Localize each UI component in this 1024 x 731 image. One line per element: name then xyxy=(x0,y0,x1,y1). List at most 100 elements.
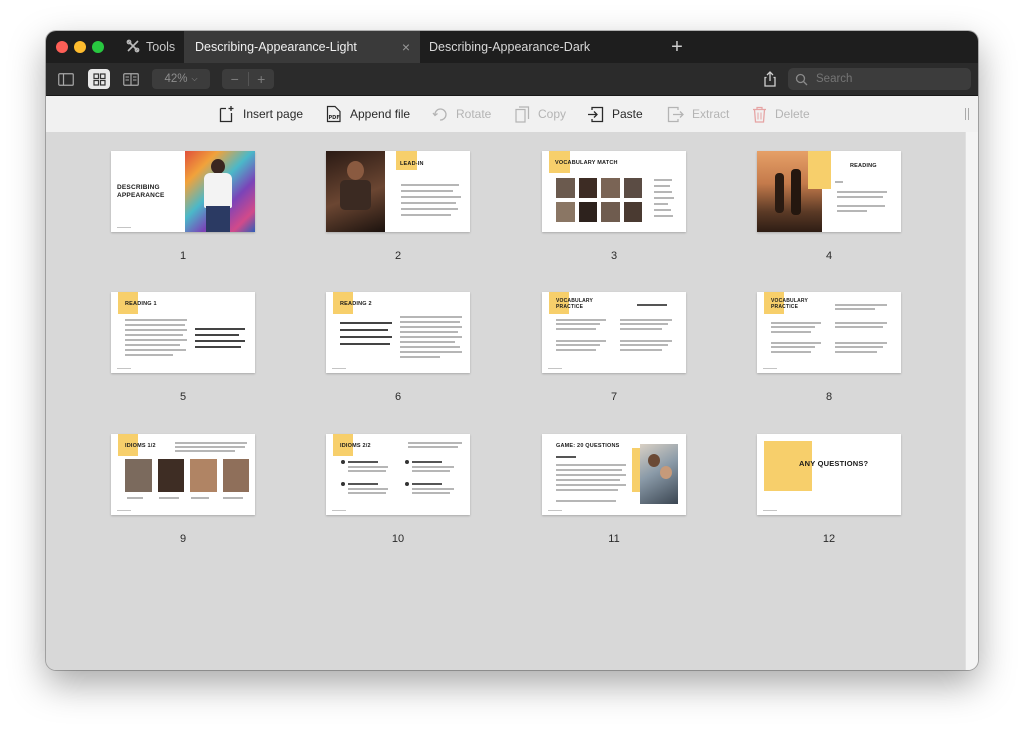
slide-photo xyxy=(185,151,255,232)
text-line xyxy=(556,474,626,476)
bullet xyxy=(341,482,345,486)
text-line xyxy=(556,340,606,342)
zoom-select[interactable]: 42% ⌵ xyxy=(152,69,210,89)
search-field[interactable] xyxy=(788,68,971,90)
bullet xyxy=(341,460,345,464)
slide-footer xyxy=(548,509,562,511)
text-line xyxy=(556,319,606,321)
text-line xyxy=(556,323,600,325)
slide-footer xyxy=(332,509,346,511)
append-file-button[interactable]: PDF Append file xyxy=(326,96,410,132)
text-line xyxy=(159,497,179,499)
zoom-out-button[interactable]: − xyxy=(222,71,248,87)
page-7-preview: VOCABULARY PRACTICE xyxy=(542,292,686,373)
rotate-button[interactable]: Rotate xyxy=(432,96,491,132)
copy-label: Copy xyxy=(538,107,567,121)
text-line xyxy=(400,341,455,343)
text-line xyxy=(835,304,887,306)
text-line xyxy=(400,331,458,333)
share-button[interactable] xyxy=(760,69,780,89)
text-line xyxy=(412,483,442,485)
text-line xyxy=(400,326,462,328)
page-number: 8 xyxy=(825,391,833,403)
text-line xyxy=(127,497,143,499)
text-line xyxy=(401,196,461,198)
tab-describing-appearance-light[interactable]: Describing-Appearance-Light × xyxy=(184,31,420,63)
text-line xyxy=(348,461,378,463)
page-number: 1 xyxy=(179,250,187,262)
close-window-button[interactable] xyxy=(56,41,68,53)
bullet xyxy=(405,460,409,464)
append-file-label: Append file xyxy=(350,107,411,121)
page-number: 6 xyxy=(394,391,402,403)
title-bar: Tools Describing-Appearance-Light × Desc… xyxy=(46,31,978,63)
text-line xyxy=(556,500,616,502)
text-line xyxy=(125,334,183,336)
search-input[interactable] xyxy=(814,72,958,86)
insert-page-button[interactable]: Insert page xyxy=(219,96,303,132)
slide-photo xyxy=(326,151,385,232)
page-view-button[interactable] xyxy=(120,69,142,89)
page-8-preview: VOCABULARY PRACTICE xyxy=(757,292,901,373)
text-line xyxy=(620,349,662,351)
extract-button[interactable]: Extract xyxy=(667,96,729,132)
delete-label: Delete xyxy=(775,107,810,121)
slide-footer xyxy=(117,509,131,511)
chevron-down-icon: ⌵ xyxy=(191,74,198,83)
trash-icon xyxy=(753,106,766,123)
slide-title: IDIOMS 1/2 xyxy=(125,443,156,449)
slide-footer xyxy=(763,367,777,369)
text-line xyxy=(620,323,668,325)
text-line xyxy=(654,191,672,193)
page-9-preview: IDIOMS 1/2 xyxy=(111,434,255,515)
grid-view-button[interactable] xyxy=(88,69,110,89)
text-line xyxy=(771,322,821,324)
text-line xyxy=(835,308,875,310)
slide-title: ANY QUESTIONS? xyxy=(799,459,869,468)
close-tab-icon[interactable]: × xyxy=(402,40,410,54)
text-line xyxy=(771,342,821,344)
text-line xyxy=(348,492,386,494)
sidebar-icon xyxy=(58,72,74,86)
text-line xyxy=(835,181,843,183)
page-number: 10 xyxy=(391,533,405,545)
page-11-preview: GAME: 20 QUESTIONS xyxy=(542,434,686,515)
text-line xyxy=(835,326,883,328)
share-icon xyxy=(764,71,776,87)
resize-grip-icon[interactable] xyxy=(965,108,969,120)
slide-title: READING 2 xyxy=(340,301,372,307)
text-line xyxy=(400,321,460,323)
text-line xyxy=(195,328,245,330)
text-line xyxy=(654,203,668,205)
text-line xyxy=(125,354,173,356)
text-line xyxy=(401,202,456,204)
bullet xyxy=(405,482,409,486)
slide-footer xyxy=(763,509,777,511)
delete-button[interactable]: Delete xyxy=(752,96,810,132)
tab-describing-appearance-dark[interactable]: Describing-Appearance-Dark xyxy=(421,31,651,63)
text-line xyxy=(637,304,667,306)
accent-block xyxy=(808,151,831,189)
page-number: 2 xyxy=(394,250,402,262)
text-line xyxy=(412,488,454,490)
vertical-scrollbar[interactable] xyxy=(965,132,978,670)
tools-tab[interactable]: Tools xyxy=(126,31,175,63)
tab-label: Describing-Appearance-Light xyxy=(195,40,357,54)
minimize-window-button[interactable] xyxy=(74,41,86,53)
paste-button[interactable]: Paste xyxy=(587,96,643,132)
extract-icon xyxy=(667,106,684,122)
text-line xyxy=(223,497,243,499)
zoom-window-button[interactable] xyxy=(92,41,104,53)
copy-button[interactable]: Copy xyxy=(515,96,566,132)
slide-photo xyxy=(640,444,678,504)
sidebar-view-button[interactable] xyxy=(55,69,77,89)
text-line xyxy=(771,351,811,353)
text-line xyxy=(125,349,186,351)
text-line xyxy=(835,342,887,344)
zoom-in-button[interactable]: + xyxy=(249,71,275,87)
slide-title: VOCABULARY PRACTICE xyxy=(556,298,594,310)
text-line xyxy=(401,214,451,216)
text-line xyxy=(401,184,459,186)
new-tab-button[interactable]: + xyxy=(666,36,688,58)
extract-label: Extract xyxy=(692,107,730,121)
